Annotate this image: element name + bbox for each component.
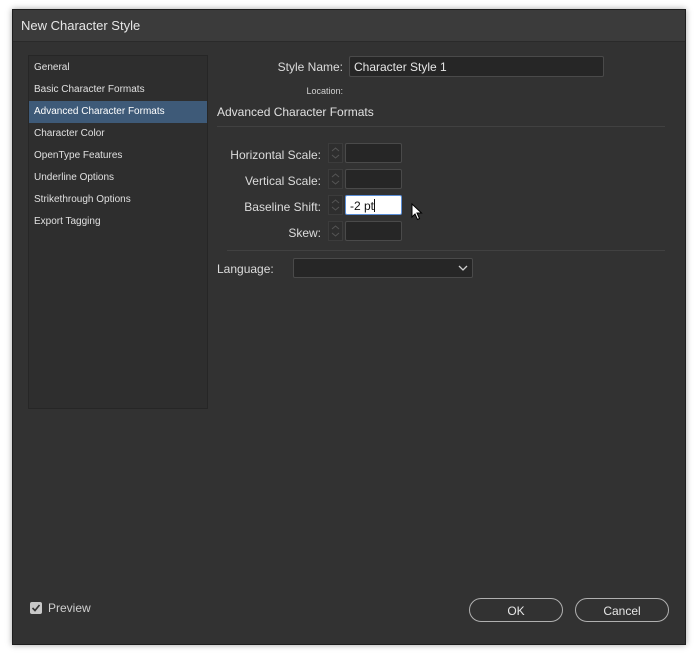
sidebar-item-opentype-features[interactable]: OpenType Features <box>29 145 207 167</box>
skew-stepper[interactable] <box>328 221 343 241</box>
fields-divider <box>227 250 665 251</box>
text-caret <box>374 199 376 212</box>
horizontal-scale-input[interactable] <box>345 143 402 163</box>
dialog-title: New Character Style <box>21 18 141 33</box>
stepper-arrows-icon <box>331 173 340 185</box>
new-character-style-dialog: New Character Style General Basic Charac… <box>12 9 686 645</box>
location-label: Location: <box>306 86 343 96</box>
sidebar-item-basic-character-formats[interactable]: Basic Character Formats <box>29 79 207 101</box>
mouse-pointer-icon <box>411 203 423 221</box>
chevron-down-icon <box>458 265 468 271</box>
style-name-input[interactable]: Character Style 1 <box>349 56 604 77</box>
sidebar-item-advanced-character-formats[interactable]: Advanced Character Formats <box>29 101 207 123</box>
section-divider <box>217 126 665 127</box>
language-label: Language: <box>217 262 274 276</box>
horizontal-scale-stepper[interactable] <box>328 143 343 163</box>
stepper-arrows-icon <box>331 147 340 159</box>
category-sidebar: General Basic Character Formats Advanced… <box>28 55 208 409</box>
sidebar-item-strikethrough-options[interactable]: Strikethrough Options <box>29 189 207 211</box>
language-dropdown[interactable] <box>293 258 473 278</box>
vertical-scale-label: Vertical Scale: <box>244 174 321 188</box>
section-title: Advanced Character Formats <box>217 105 374 119</box>
skew-label: Skew: <box>288 226 321 240</box>
stepper-arrows-icon <box>331 199 340 211</box>
skew-input[interactable] <box>345 221 402 241</box>
baseline-shift-input[interactable]: -2 pt <box>345 195 402 215</box>
sidebar-item-character-color[interactable]: Character Color <box>29 123 207 145</box>
title-bar[interactable]: New Character Style <box>13 10 685 42</box>
ok-button[interactable]: OK <box>469 598 563 622</box>
cancel-button[interactable]: Cancel <box>575 598 669 622</box>
baseline-shift-value: -2 pt <box>350 199 375 213</box>
style-name-label: Style Name: <box>277 60 343 74</box>
sidebar-item-general[interactable]: General <box>29 57 207 79</box>
vertical-scale-input[interactable] <box>345 169 402 189</box>
checkmark-icon <box>31 604 41 612</box>
horizontal-scale-label: Horizontal Scale: <box>230 148 321 162</box>
preview-checkbox[interactable] <box>30 602 42 614</box>
baseline-shift-stepper[interactable] <box>328 195 343 215</box>
sidebar-item-underline-options[interactable]: Underline Options <box>29 167 207 189</box>
preview-label: Preview <box>48 601 91 615</box>
stepper-arrows-icon <box>331 225 340 237</box>
vertical-scale-stepper[interactable] <box>328 169 343 189</box>
sidebar-item-export-tagging[interactable]: Export Tagging <box>29 211 207 233</box>
baseline-shift-label: Baseline Shift: <box>244 200 321 214</box>
